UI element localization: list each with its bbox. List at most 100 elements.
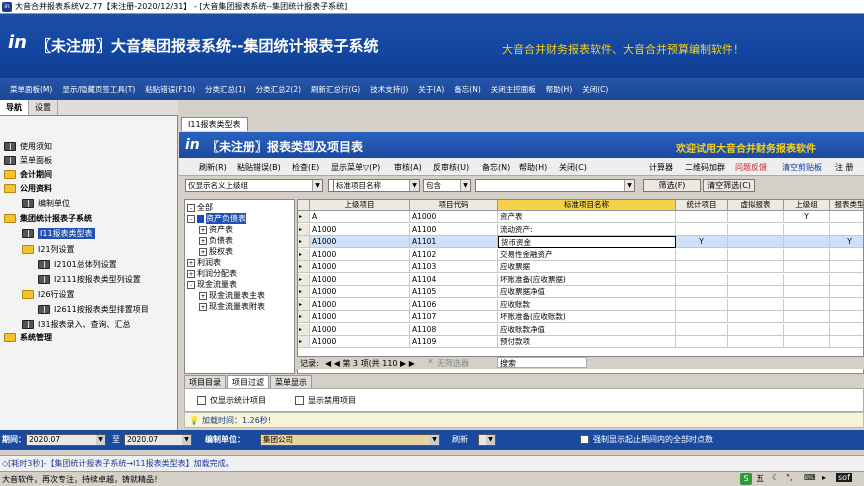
cell-parent[interactable]: A1000 xyxy=(310,223,410,236)
cell-parent[interactable]: A1000 xyxy=(310,273,410,286)
menu-item-toggle-tabs[interactable]: 显示/隐藏页签工具(T) xyxy=(62,84,135,95)
cell-name[interactable]: 流动资产: xyxy=(498,223,676,236)
nav-item-i31[interactable]: I31报表录入、查询、汇总 xyxy=(22,318,131,331)
nav-item-i2611[interactable]: I2611按报表类型排置项目 xyxy=(38,303,149,316)
grid-search-input[interactable]: 搜索 xyxy=(497,357,587,368)
row-selector[interactable]: ▸ xyxy=(298,298,310,311)
tab-item-filter[interactable]: 项目过滤 xyxy=(227,375,269,388)
punctuation-icon[interactable]: °, xyxy=(786,473,793,482)
cell-name[interactable]: 预付款项 xyxy=(498,336,676,348)
nav-item-usage-notes[interactable]: 使用须知 xyxy=(4,140,52,153)
row-selector[interactable]: ▸ xyxy=(298,323,310,336)
cell-code[interactable]: A1103 xyxy=(410,261,498,273)
cell-parent[interactable]: A1000 xyxy=(310,323,410,336)
cell-name[interactable]: 坏账准备(应收票据) xyxy=(498,273,676,286)
moon-icon[interactable]: ☾ xyxy=(772,473,779,482)
cell-group[interactable] xyxy=(784,323,830,336)
period-refresh-button[interactable]: 刷新 xyxy=(452,434,468,445)
nav-item-i11[interactable]: I11报表类型表 xyxy=(22,227,95,240)
expand-icon[interactable]: + xyxy=(199,247,207,256)
cell-parent[interactable]: A1000 xyxy=(310,261,410,273)
cell-code[interactable]: A1107 xyxy=(410,311,498,323)
cell-group[interactable] xyxy=(784,286,830,298)
cell-code[interactable]: A1104 xyxy=(410,273,498,286)
menu-item-about[interactable]: 关于(A) xyxy=(418,84,444,95)
row-selector[interactable]: ▸ xyxy=(298,336,310,348)
row-selector[interactable]: ▸ xyxy=(298,311,310,323)
cell-stat[interactable] xyxy=(676,311,728,323)
cell-stat[interactable] xyxy=(676,223,728,236)
feedback-button[interactable]: 问题反馈 xyxy=(735,162,767,173)
expand-icon[interactable]: + xyxy=(199,291,207,300)
cell-stat[interactable] xyxy=(676,286,728,298)
cell-stat[interactable] xyxy=(676,336,728,348)
cell-virtual[interactable] xyxy=(728,336,784,348)
paste-error-button[interactable]: 粘贴错误(B) xyxy=(237,162,281,173)
cell-type[interactable]: Y xyxy=(830,236,863,248)
collapse-icon[interactable]: - xyxy=(187,280,195,289)
cell-parent[interactable]: A1000 xyxy=(310,248,410,261)
menu-item-refresh-summary[interactable]: 刷新汇总行(G) xyxy=(311,84,360,95)
cell-parent[interactable]: A1000 xyxy=(310,336,410,348)
cell-name[interactable]: 货币资金 xyxy=(498,236,676,248)
period-end-combo[interactable]: 2020.07 ▼ xyxy=(124,434,192,446)
menu-item-support[interactable]: 技术支持(J) xyxy=(370,84,408,95)
cell-stat[interactable] xyxy=(676,323,728,336)
show-menu-button[interactable]: 显示菜单▽(P) xyxy=(331,162,380,173)
collapse-icon[interactable]: - xyxy=(187,203,195,212)
row-selector[interactable]: ▸ xyxy=(298,211,310,223)
cell-virtual[interactable] xyxy=(728,311,784,323)
expand-icon[interactable]: + xyxy=(199,236,207,245)
check-button[interactable]: 检查(E) xyxy=(292,162,319,173)
cell-virtual[interactable] xyxy=(728,323,784,336)
no-filter-status[interactable]: 无筛选器 xyxy=(437,358,469,369)
cell-code[interactable]: A1106 xyxy=(410,298,498,311)
col-header-name[interactable]: 标准项目名称 xyxy=(498,200,676,211)
tree-node-cashflow-attached[interactable]: + 现金流量表附表 xyxy=(199,301,265,312)
row-selector[interactable]: ▸ xyxy=(298,286,310,298)
menu-item-subtotal2[interactable]: 分类汇总2(2) xyxy=(256,84,301,95)
help-button[interactable]: 帮助(H) xyxy=(519,162,547,173)
cell-group[interactable] xyxy=(784,336,830,348)
tab-navigation[interactable]: 导航 xyxy=(0,100,29,115)
cell-group[interactable] xyxy=(784,236,830,248)
option-stat-only[interactable]: 仅显示统计项目 xyxy=(197,395,266,406)
cell-type[interactable] xyxy=(830,224,863,236)
col-header-type[interactable]: 报表类型 xyxy=(830,200,863,211)
tree-node-cashflow[interactable]: - 现金流量表 xyxy=(187,279,237,290)
menu-item-close[interactable]: 关闭(C) xyxy=(582,84,608,95)
row-selector[interactable]: ▸ xyxy=(298,261,310,273)
clear-clipboard-button[interactable]: 清空剪贴板 xyxy=(782,162,822,173)
operator-combo[interactable]: 包含 ▼ xyxy=(423,179,471,192)
cell-group[interactable]: Y xyxy=(784,211,830,223)
row-selector[interactable]: ▸ xyxy=(298,236,310,248)
field-combo[interactable]: 标准项目名称 ▼ xyxy=(333,179,420,192)
nav-item-common-data[interactable]: 公用资料 xyxy=(4,182,52,195)
cell-code[interactable]: A1000 xyxy=(410,211,498,223)
qrcode-group-button[interactable]: 二维码加群 xyxy=(685,162,725,173)
unaudit-button[interactable]: 反审核(U) xyxy=(433,162,469,173)
cell-type[interactable] xyxy=(830,286,863,298)
cell-virtual[interactable] xyxy=(728,211,784,223)
cell-stat[interactable] xyxy=(676,248,728,261)
row-selector[interactable]: ▸ xyxy=(298,223,310,236)
cell-stat[interactable] xyxy=(676,211,728,223)
cell-group[interactable] xyxy=(784,311,830,323)
cell-stat[interactable] xyxy=(676,273,728,286)
col-header-virtual[interactable]: 虚拟报表 xyxy=(728,200,784,211)
cell-stat[interactable] xyxy=(676,261,728,273)
close-button[interactable]: 关闭(C) xyxy=(559,162,587,173)
expand-icon[interactable]: + xyxy=(199,302,207,311)
nav-item-i26[interactable]: I26行设置 xyxy=(22,288,75,301)
nav-item-accounting-period[interactable]: 会计期间 xyxy=(4,168,52,181)
ime-mode[interactable]: 五 xyxy=(756,473,764,484)
cell-group[interactable] xyxy=(784,248,830,261)
cell-virtual[interactable] xyxy=(728,273,784,286)
cell-group[interactable] xyxy=(784,261,830,273)
cell-type[interactable] xyxy=(830,274,863,286)
tab-item-catalog[interactable]: 项目目录 xyxy=(184,375,226,388)
cell-virtual[interactable] xyxy=(728,223,784,236)
tree-node-profit-distribution[interactable]: + 利润分配表 xyxy=(187,268,237,279)
cell-code[interactable]: A1109 xyxy=(410,336,498,348)
col-header-group[interactable]: 上级组 xyxy=(784,200,830,211)
